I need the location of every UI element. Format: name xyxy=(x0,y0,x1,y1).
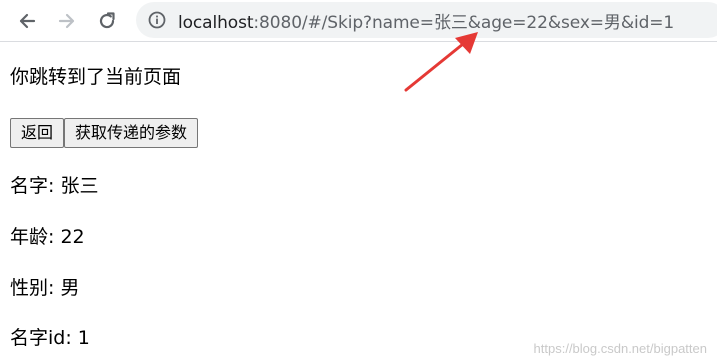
watermark: https://blog.csdn.net/bigpatten xyxy=(533,341,707,356)
back-arrow-icon xyxy=(19,13,36,29)
button-group: 返回 获取传递的参数 xyxy=(10,118,199,148)
page-content: 你跳转到了当前页面 返回 获取传递的参数 名字: 张三 年龄: 22 性别: 男… xyxy=(10,64,199,349)
browser-window: localhost:8080/#/Skip?name=张三&age=22&sex… xyxy=(0,0,717,364)
get-params-button[interactable]: 获取传递的参数 xyxy=(64,118,199,148)
forward-arrow-icon xyxy=(58,13,75,29)
reload-icon xyxy=(99,12,115,29)
reload-button[interactable] xyxy=(94,8,120,34)
url-host: localhost xyxy=(178,12,254,33)
browser-toolbar: localhost:8080/#/Skip?name=张三&age=22&sex… xyxy=(0,0,717,42)
id-field: 名字id: 1 xyxy=(10,327,90,349)
info-icon[interactable] xyxy=(148,11,166,29)
back-page-button[interactable]: 返回 xyxy=(10,118,65,148)
page-heading: 你跳转到了当前页面 xyxy=(10,66,182,88)
annotation-arrow xyxy=(404,32,478,92)
address-bar[interactable]: localhost:8080/#/Skip?name=张三&age=22&sex… xyxy=(136,2,717,38)
name-field: 名字: 张三 xyxy=(10,175,99,197)
sex-field: 性别: 男 xyxy=(10,277,80,299)
url-text[interactable]: localhost:8080/#/Skip?name=张三&age=22&sex… xyxy=(178,8,674,33)
age-field: 年龄: 22 xyxy=(10,226,85,248)
url-path: :8080/#/Skip?name=张三&age=22&sex=男&id=1 xyxy=(253,12,675,33)
back-button[interactable] xyxy=(14,8,40,34)
forward-button[interactable] xyxy=(54,8,80,34)
